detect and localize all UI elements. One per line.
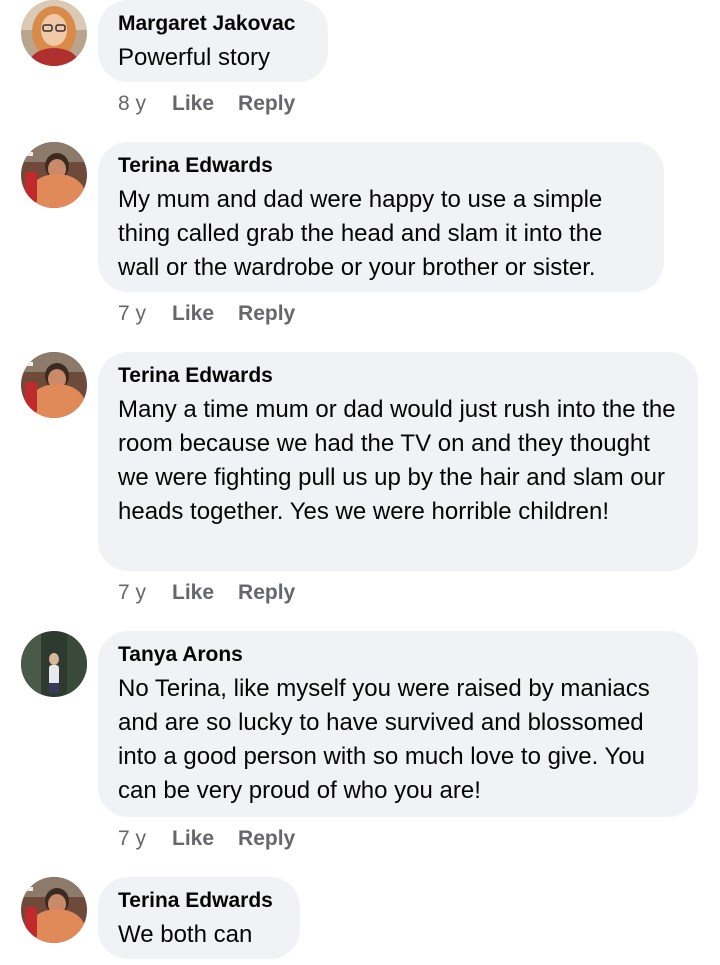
comment-text: Many a time mum or dad would just rush i… [118, 396, 676, 525]
comment-age[interactable]: 7 y [118, 580, 172, 606]
like-button[interactable]: Like [172, 826, 214, 852]
comment-text: No Terina, like myself you were raised b… [118, 675, 650, 804]
user-avatar-icon [21, 142, 87, 208]
comment-author[interactable]: Terina Edwards [118, 888, 280, 914]
comment-text: Powerful story [118, 44, 271, 71]
user-avatar-icon [21, 877, 87, 943]
user-avatar-icon [21, 631, 87, 697]
comment-author[interactable]: Terina Edwards [118, 153, 644, 179]
comment-bubble: Tanya Arons No Terina, like myself you w… [98, 631, 698, 817]
user-avatar-icon [21, 352, 87, 418]
comment-actions: 7 y Like Reply [118, 301, 319, 327]
comment-actions: 7 y Like Reply [118, 580, 319, 606]
comment-actions: 7 y Like Reply [118, 826, 319, 852]
like-button[interactable]: Like [172, 301, 214, 327]
reply-button[interactable]: Reply [238, 91, 295, 117]
like-button[interactable]: Like [172, 580, 214, 606]
comment-text: My mum and dad were happy to use a simpl… [118, 186, 603, 281]
like-button[interactable]: Like [172, 91, 214, 117]
comment-bubble: Terina Edwards My mum and dad were happy… [98, 142, 664, 292]
comment-bubble: Terina Edwards We both can [98, 877, 300, 959]
avatar[interactable] [21, 631, 87, 697]
comment-author[interactable]: Terina Edwards [118, 363, 678, 389]
comment-actions: 8 y Like Reply [118, 91, 319, 117]
comment-age[interactable]: 7 y [118, 301, 172, 327]
reply-button[interactable]: Reply [238, 580, 295, 606]
comment-text: We both can [118, 921, 253, 948]
comment-author[interactable]: Tanya Arons [118, 642, 678, 668]
avatar[interactable] [21, 142, 87, 208]
avatar[interactable] [21, 877, 87, 943]
comment-age[interactable]: 7 y [118, 826, 172, 852]
comment-bubble: Terina Edwards Many a time mum or dad wo… [98, 352, 698, 571]
reply-button[interactable]: Reply [238, 301, 295, 327]
reply-button[interactable]: Reply [238, 826, 295, 852]
comment-age[interactable]: 8 y [118, 91, 172, 117]
avatar[interactable] [21, 352, 87, 418]
comment-bubble: Margaret Jakovac Powerful story [98, 0, 328, 82]
comment-author[interactable]: Margaret Jakovac [118, 11, 308, 37]
avatar[interactable] [21, 0, 87, 66]
user-avatar-icon [21, 0, 87, 66]
